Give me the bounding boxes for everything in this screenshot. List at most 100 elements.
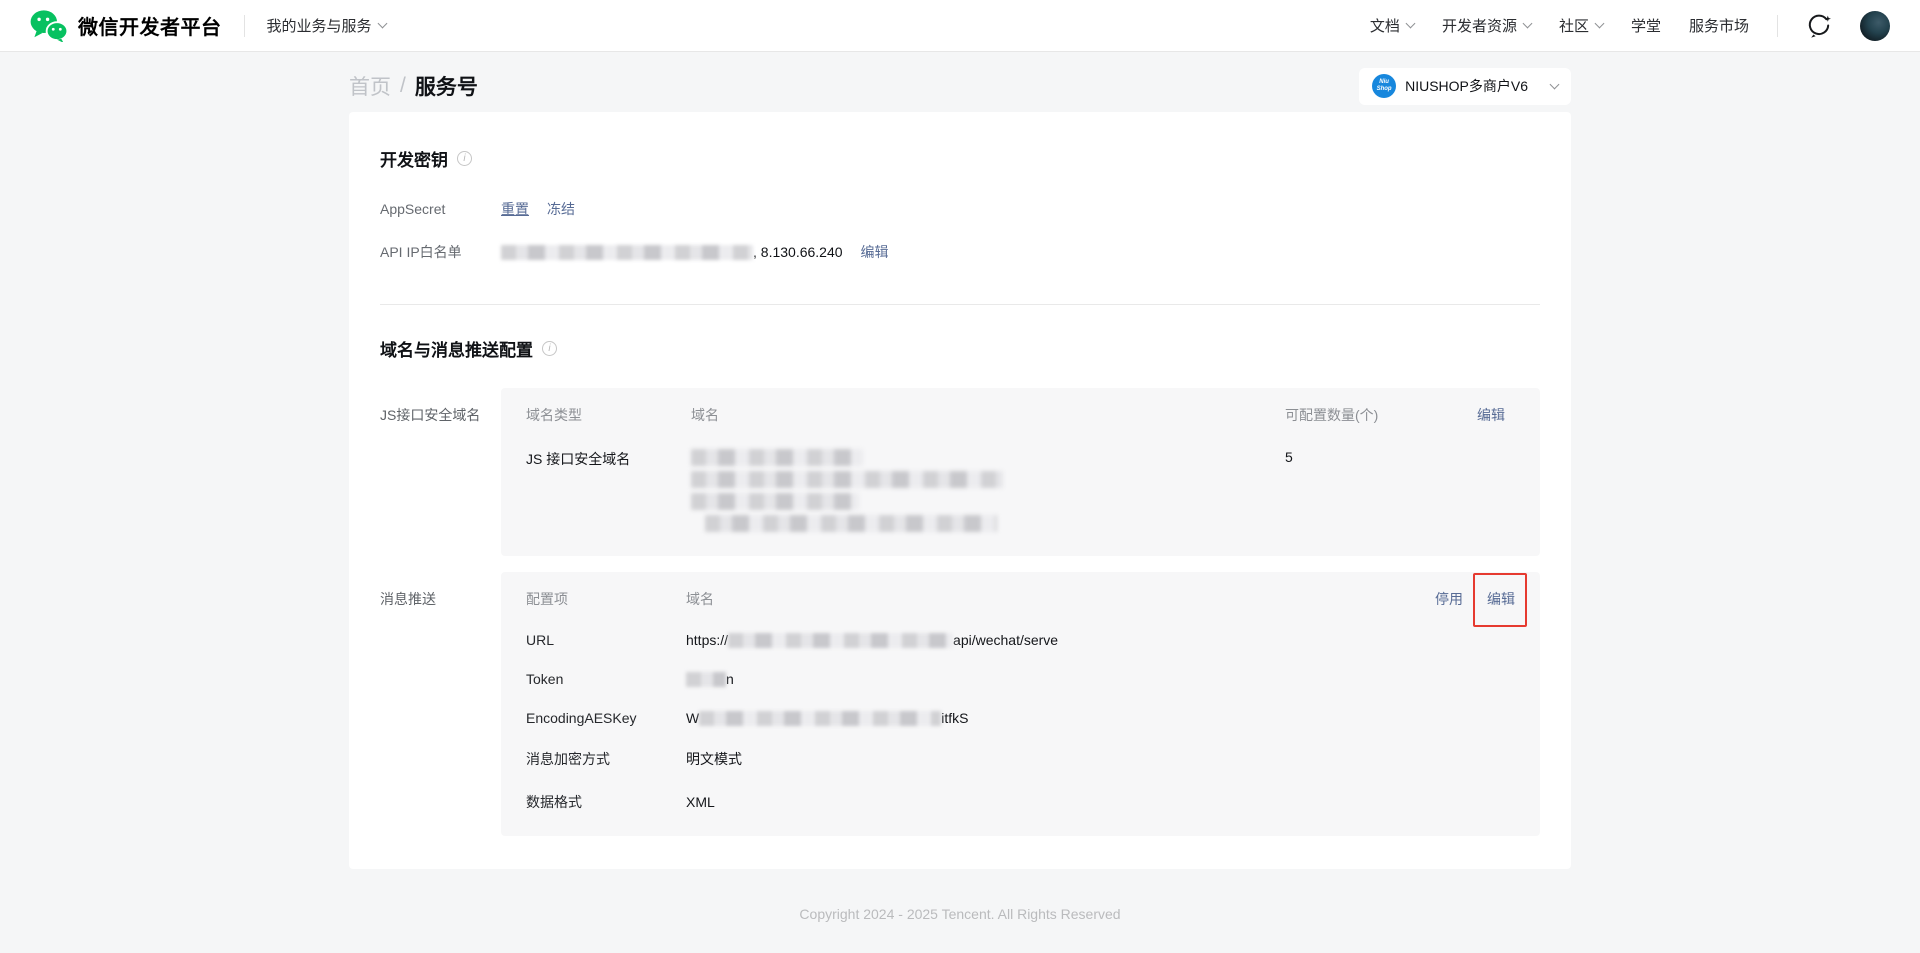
message-push-actions: 停用 编辑 — [1435, 589, 1515, 609]
redacted-aeskey-block — [699, 711, 941, 726]
nav-docs[interactable]: 文档 — [1370, 15, 1414, 36]
account-switcher-label: NIUSHOP多商户V6 — [1405, 76, 1528, 96]
chevron-down-icon — [1523, 18, 1533, 28]
redacted-token-block — [686, 672, 726, 687]
js-domain-type-value: JS 接口安全域名 — [526, 449, 691, 469]
ip-whitelist-label: API IP白名单 — [380, 242, 501, 262]
push-edit-wrap: 编辑 — [1487, 589, 1515, 609]
nav-service-market-label: 服务市场 — [1689, 15, 1749, 36]
nav-academy[interactable]: 学堂 — [1631, 15, 1661, 36]
nav-my-business[interactable]: 我的业务与服务 — [267, 15, 386, 36]
redacted-domains-block — [691, 449, 1285, 532]
chevron-down-icon — [377, 18, 387, 28]
js-header-type: 域名类型 — [526, 405, 691, 425]
niushop-logo-text-bottom: Shop — [1377, 86, 1392, 93]
js-header-domain: 域名 — [691, 405, 1285, 425]
message-push-panel: 配置项 域名 停用 编辑 URL https:// api/wechat/s — [501, 572, 1540, 836]
breadcrumb: 首页 / 服务号 — [349, 71, 478, 101]
topbar-divider — [244, 15, 245, 37]
section-divider — [380, 304, 1540, 305]
domain-push-section-title: 域名与消息推送配置 i — [380, 336, 1540, 361]
url-label: URL — [526, 632, 686, 648]
data-format-value: XML — [686, 794, 1515, 810]
wechat-logo-icon — [30, 9, 68, 42]
aeskey-value: W itfkS — [686, 710, 1515, 726]
platform-title: 微信开发者平台 — [78, 11, 222, 40]
push-disable-button[interactable]: 停用 — [1435, 589, 1463, 609]
aeskey-suffix: itfkS — [941, 710, 968, 726]
push-row-encrypt-mode: 消息加密方式 明文模式 — [526, 749, 1515, 769]
js-domain-body-row: JS 接口安全域名 5 — [526, 449, 1515, 532]
topbar-right-nav: 文档 开发者资源 社区 学堂 服务市场 — [1370, 11, 1890, 41]
breadcrumb-separator: / — [400, 74, 406, 98]
breadcrumb-row: 首页 / 服务号 Niu Shop NIUSHOP多商户V6 — [349, 52, 1571, 106]
ip-visible-text: , 8.130.66.240 — [753, 244, 843, 260]
appsecret-label: AppSecret — [380, 201, 501, 217]
push-row-token: Token n — [526, 671, 1515, 687]
push-header-config: 配置项 — [526, 589, 686, 609]
encrypt-mode-value: 明文模式 — [686, 749, 1515, 769]
js-domain-quota-value: 5 — [1285, 449, 1477, 465]
page-title: 服务号 — [415, 71, 478, 101]
nav-docs-label: 文档 — [1370, 15, 1400, 36]
aeskey-prefix: W — [686, 710, 699, 726]
nav-academy-label: 学堂 — [1631, 15, 1661, 36]
nav-service-market[interactable]: 服务市场 — [1689, 15, 1749, 36]
url-suffix: api/wechat/serve — [953, 632, 1058, 648]
info-icon[interactable]: i — [542, 341, 557, 356]
data-format-label: 数据格式 — [526, 792, 686, 812]
push-row-url: URL https:// api/wechat/serve — [526, 632, 1515, 648]
breadcrumb-home[interactable]: 首页 — [349, 71, 391, 101]
js-domain-row-label: JS接口安全域名 — [380, 388, 501, 425]
user-avatar[interactable] — [1860, 11, 1890, 41]
nav-developer-resources[interactable]: 开发者资源 — [1442, 15, 1531, 36]
nav-community[interactable]: 社区 — [1559, 15, 1603, 36]
ip-whitelist-edit-button[interactable]: 编辑 — [861, 242, 889, 262]
topbar: 微信开发者平台 我的业务与服务 文档 开发者资源 社区 学堂 服务市场 — [0, 0, 1920, 52]
main-card: 开发密钥 i AppSecret 重置 冻结 API IP白名单 , 8.130… — [349, 112, 1571, 869]
url-value: https:// api/wechat/serve — [686, 632, 1515, 648]
appsecret-reset-button[interactable]: 重置 — [501, 199, 529, 219]
chevron-down-icon — [1595, 18, 1605, 28]
chevron-down-icon — [1550, 80, 1560, 90]
js-domain-edit-button[interactable]: 编辑 — [1477, 405, 1515, 425]
encrypt-mode-label: 消息加密方式 — [526, 749, 686, 769]
js-header-quota: 可配置数量(个) — [1285, 405, 1477, 425]
js-domain-panel: 域名类型 域名 可配置数量(个) 编辑 JS 接口安全域名 5 — [501, 388, 1540, 556]
push-header-domain: 域名 — [686, 589, 1515, 609]
token-label: Token — [526, 671, 686, 687]
aeskey-label: EncodingAESKey — [526, 710, 686, 726]
dev-secret-section-title: 开发密钥 i — [380, 146, 1540, 171]
nav-developer-resources-label: 开发者资源 — [1442, 15, 1517, 36]
appsecret-row: AppSecret 重置 冻结 — [380, 199, 1540, 219]
message-refresh-icon — [1806, 13, 1832, 39]
ip-whitelist-row: API IP白名单 , 8.130.66.240 编辑 — [380, 242, 1540, 262]
redacted-url-block — [728, 633, 953, 648]
chevron-down-icon — [1405, 18, 1415, 28]
nav-my-business-label: 我的业务与服务 — [267, 15, 372, 36]
topbar-divider — [1777, 15, 1778, 37]
token-suffix: n — [726, 671, 734, 687]
push-row-data-format: 数据格式 XML — [526, 792, 1515, 812]
info-icon[interactable]: i — [457, 151, 472, 166]
dev-secret-title-text: 开发密钥 — [380, 146, 448, 171]
niushop-logo: Niu Shop — [1372, 74, 1396, 98]
feedback-button[interactable] — [1806, 13, 1832, 39]
push-row-aeskey: EncodingAESKey W itfkS — [526, 710, 1515, 726]
domain-push-title-text: 域名与消息推送配置 — [380, 336, 533, 361]
nav-community-label: 社区 — [1559, 15, 1589, 36]
ip-whitelist-value: , 8.130.66.240 — [501, 244, 843, 260]
appsecret-freeze-button[interactable]: 冻结 — [547, 199, 575, 219]
account-switcher[interactable]: Niu Shop NIUSHOP多商户V6 — [1359, 68, 1571, 105]
niushop-logo-text-top: Niu — [1379, 79, 1389, 86]
push-edit-button[interactable]: 编辑 — [1487, 591, 1515, 607]
redacted-ip-block — [501, 245, 753, 260]
message-push-header: 配置项 域名 — [526, 589, 1515, 609]
url-prefix: https:// — [686, 632, 728, 648]
copyright-footer: Copyright 2024 - 2025 Tencent. All Right… — [349, 906, 1571, 922]
message-push-row-label: 消息推送 — [380, 572, 501, 609]
js-domain-header: 域名类型 域名 可配置数量(个) 编辑 — [526, 405, 1515, 425]
js-domain-config-row: JS接口安全域名 域名类型 域名 可配置数量(个) 编辑 JS 接口安全域名 5 — [380, 388, 1540, 556]
brand[interactable]: 微信开发者平台 — [30, 9, 222, 42]
token-value: n — [686, 671, 1515, 687]
